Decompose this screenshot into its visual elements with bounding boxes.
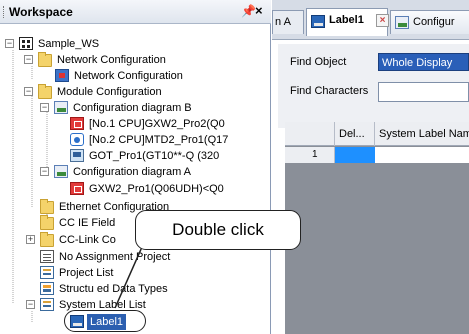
document-tab-bar: n A Label1 × Configur [272, 0, 469, 40]
find-characters-input[interactable] [378, 82, 469, 102]
tree-node-label: Network Configuration [74, 70, 183, 82]
tab-label: Label1 [329, 14, 364, 26]
configuration-diagram-icon [395, 16, 409, 29]
folder-icon [38, 84, 52, 99]
motion-cpu-icon [70, 133, 84, 146]
project-icon [40, 250, 54, 263]
expand-icon[interactable]: + [26, 235, 35, 244]
column-header-delete[interactable]: Del... [335, 122, 375, 146]
configuration-diagram-icon [54, 165, 68, 178]
collapse-icon[interactable]: − [24, 55, 33, 64]
configuration-diagram-icon [54, 101, 68, 114]
collapse-icon[interactable]: − [26, 300, 35, 309]
folder-icon [38, 52, 52, 67]
label-icon [311, 15, 325, 28]
find-object-label: Find Object [290, 56, 347, 68]
tree-node-label: [No.2 CPU]MTD2_Pro1(Q17 [89, 134, 229, 146]
close-icon[interactable]: × [376, 14, 389, 27]
cell-delete[interactable] [335, 147, 375, 163]
tab-label: Configur [413, 16, 455, 28]
find-characters-label: Find Characters [290, 85, 369, 97]
tree-node-label: Network Configuration [57, 54, 166, 66]
tree-node-label: Structu ed Data Types [59, 283, 168, 295]
tree-node-label: CC-Link Co [59, 234, 116, 246]
column-header-number [285, 122, 335, 146]
collapse-icon[interactable]: − [24, 87, 33, 96]
workspace-panel: Workspace 📌 × − Sample_WS − Network Conf… [0, 0, 271, 334]
column-header-system-label-name[interactable]: System Label Nam [375, 122, 469, 146]
tab-previous[interactable]: n A [272, 10, 304, 34]
row-number: 1 [285, 147, 335, 163]
label-grid: Del... System Label Nam 1 [285, 122, 469, 334]
tab-label1[interactable]: Label1 × [306, 8, 389, 36]
tree-node-label: Configuration diagram A [73, 166, 192, 178]
cpu-module-icon [70, 117, 84, 130]
collapse-icon[interactable]: − [40, 103, 49, 112]
grid-header: Del... System Label Nam [285, 122, 469, 146]
folder-icon [40, 199, 54, 214]
collapse-icon[interactable]: − [5, 39, 14, 48]
tab-label: n A [275, 16, 291, 28]
folder-icon [40, 232, 54, 247]
double-click-callout: Double click [135, 210, 301, 250]
table-row[interactable]: 1 [285, 147, 469, 163]
tree-node-label: [No.1 CPU]GXW2_Pro2(Q0 [89, 118, 225, 130]
tree-node-label: GOT_Pro1(GT10**-Q (320 [89, 150, 220, 162]
collapse-icon[interactable]: − [40, 167, 49, 176]
tree-node-label: Module Configuration [57, 86, 162, 98]
tab-configuration[interactable]: Configur [390, 10, 469, 34]
folder-icon [40, 215, 54, 230]
label1-highlight-ring [64, 310, 146, 332]
tree-node-label: No Assignment Project [59, 251, 171, 263]
project-list-icon [40, 266, 54, 279]
tree-node-label: Sample_WS [38, 38, 100, 50]
find-panel: Find Object Whole Display Find Character… [278, 44, 469, 128]
cpu-module-icon [70, 182, 84, 195]
system-label-list-icon [40, 298, 54, 311]
structured-data-types-icon [40, 282, 54, 295]
tree-node-label: CC IE Field [59, 217, 116, 229]
tree-node-label: Project List [59, 267, 114, 279]
network-configuration-icon [55, 69, 69, 82]
tree-node-label: GXW2_Pro1(Q06UDH)<Q0 [89, 183, 224, 195]
workspace-icon [19, 37, 33, 50]
find-object-select[interactable]: Whole Display [378, 53, 469, 71]
tree-node-label: Configuration diagram B [73, 102, 192, 114]
got-icon [70, 149, 84, 162]
cell-system-label-name[interactable] [375, 147, 469, 163]
